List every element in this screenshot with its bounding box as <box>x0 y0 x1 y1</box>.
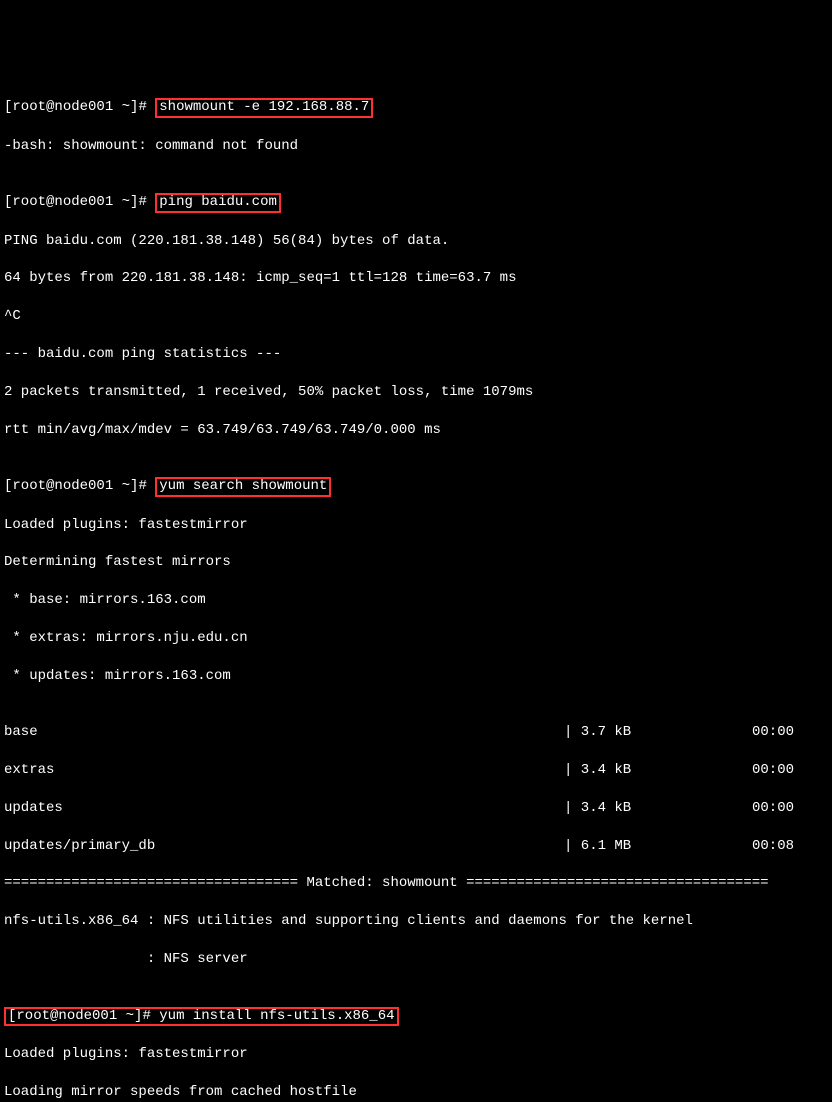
cmd-showmount: showmount -e 192.168.88.7 <box>155 98 373 117</box>
out-ping-stats-2: rtt min/avg/max/mdev = 63.749/63.749/63.… <box>4 421 828 440</box>
out-yum-determ: Determining fastest mirrors <box>4 553 828 572</box>
out-mirror-extras: * extras: mirrors.nju.edu.cn <box>4 629 828 648</box>
out-ctrlc: ^C <box>4 307 828 326</box>
cmd-ping: ping baidu.com <box>155 193 281 212</box>
out-yum-loaded-2: Loaded plugins: fastestmirror <box>4 1045 828 1064</box>
pkg-line-1: nfs-utils.x86_64 : NFS utilities and sup… <box>4 912 828 931</box>
out-yum-loading-mirror: Loading mirror speeds from cached hostfi… <box>4 1083 828 1102</box>
repo-row: base| 3.7 kB00:00 <box>4 723 828 742</box>
repo-row: updates| 3.4 kB00:00 <box>4 799 828 818</box>
out-mirror-updates: * updates: mirrors.163.com <box>4 667 828 686</box>
cmd-yumsearch: yum search showmount <box>155 477 331 496</box>
matched-separator: =================================== Matc… <box>4 874 828 893</box>
cmd-yuminstall-wrapper: [root@node001 ~]# yum install nfs-utils.… <box>4 1007 399 1026</box>
out-ping-header: PING baidu.com (220.181.38.148) 56(84) b… <box>4 232 828 251</box>
prompt-line-ping: [root@node001 ~]# ping baidu.com <box>4 193 828 212</box>
cmd-yuminstall: yum install nfs-utils.x86_64 <box>159 1008 394 1024</box>
prompt-line-yuminstall: [root@node001 ~]# yum install nfs-utils.… <box>4 1007 828 1026</box>
out-ping-stats-hdr: --- baidu.com ping statistics --- <box>4 345 828 364</box>
prompt-host: node001 <box>54 99 113 115</box>
out-ping-reply: 64 bytes from 220.181.38.148: icmp_seq=1… <box>4 269 828 288</box>
out-yum-loaded: Loaded plugins: fastestmirror <box>4 516 828 535</box>
repo-row: extras| 3.4 kB00:00 <box>4 761 828 780</box>
prompt-line-showmount: [root@node001 ~]# showmount -e 192.168.8… <box>4 98 828 117</box>
out-bash-notfound: -bash: showmount: command not found <box>4 137 828 156</box>
prompt-user: root <box>12 99 46 115</box>
prompt-cwd: ~ <box>122 99 130 115</box>
out-mirror-base: * base: mirrors.163.com <box>4 591 828 610</box>
repo-row: updates/primary_db| 6.1 MB00:08 <box>4 837 828 856</box>
prompt-line-yumsearch: [root@node001 ~]# yum search showmount <box>4 477 828 496</box>
pkg-line-2: : NFS server <box>4 950 828 969</box>
out-ping-stats-1: 2 packets transmitted, 1 received, 50% p… <box>4 383 828 402</box>
